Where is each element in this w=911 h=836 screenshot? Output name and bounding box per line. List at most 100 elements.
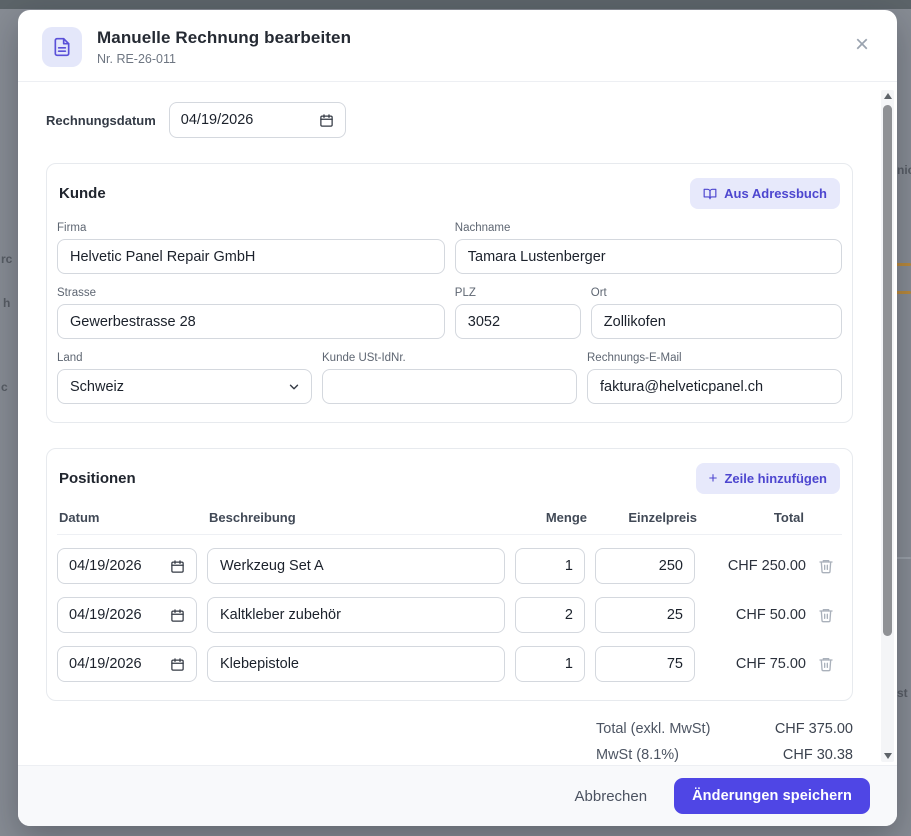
vat-label: MwSt (8.1%)	[596, 747, 679, 763]
calendar-icon	[170, 657, 185, 672]
row-qty-input[interactable]	[515, 646, 585, 682]
background-divider-fragment	[896, 557, 911, 559]
position-row: 04/19/2026 CHF 75.00	[57, 646, 842, 682]
scrollbar-thumb[interactable]	[883, 105, 892, 636]
cancel-button[interactable]: Abbrechen	[575, 788, 648, 805]
invoice-date-row: Rechnungsdatum 04/19/2026	[46, 102, 853, 138]
vat-value: CHF 30.38	[783, 747, 853, 763]
field-firma: Firma	[57, 222, 445, 274]
invoice-number: Nr. RE-26-011	[97, 52, 351, 66]
scrollbar-up-arrow[interactable]	[881, 90, 894, 102]
address-book-button-label: Aus Adressbuch	[724, 186, 827, 201]
row-date-value: 04/19/2026	[69, 607, 142, 623]
row-date-value: 04/19/2026	[69, 558, 142, 574]
field-ort: Ort	[591, 287, 842, 339]
email-input[interactable]	[587, 369, 842, 404]
delete-row-button[interactable]	[816, 605, 842, 625]
book-icon	[703, 187, 717, 201]
row-date-input[interactable]: 04/19/2026	[57, 597, 197, 633]
subtotal-label: Total (exkl. MwSt)	[596, 721, 710, 737]
field-email: Rechnungs-E-Mail	[587, 352, 842, 404]
scrollbar-down-arrow[interactable]	[881, 750, 894, 762]
trash-icon	[818, 607, 834, 623]
position-row: 04/19/2026 CHF 50.00	[57, 597, 842, 633]
ust-input[interactable]	[322, 369, 577, 404]
ust-label: Kunde USt-IdNr.	[322, 352, 577, 364]
add-row-button-label: Zeile hinzufügen	[724, 471, 827, 486]
customer-section-header: Kunde Aus Adressbuch	[57, 178, 842, 209]
email-label: Rechnungs-E-Mail	[587, 352, 842, 364]
invoice-document-icon	[42, 27, 82, 67]
background-orange-line-fragment	[896, 263, 911, 266]
plz-label: PLZ	[455, 287, 581, 299]
background-text-fragment: nic	[897, 163, 911, 177]
close-button[interactable]: ×	[855, 27, 873, 55]
position-row: 04/19/2026 CHF 250.00	[57, 548, 842, 584]
invoice-date-label: Rechnungsdatum	[46, 113, 156, 128]
vat-row: MwSt (8.1%) CHF 30.38	[596, 742, 853, 765]
ort-input[interactable]	[591, 304, 842, 339]
edit-invoice-modal: Manuelle Rechnung bearbeiten Nr. RE-26-0…	[18, 10, 897, 826]
modal-titles: Manuelle Rechnung bearbeiten Nr. RE-26-0…	[97, 27, 351, 66]
positions-section-header: Positionen + Zeile hinzufügen	[57, 463, 842, 494]
calendar-icon	[170, 559, 185, 574]
save-changes-button[interactable]: Änderungen speichern	[674, 778, 870, 814]
background-text-fragment: h	[3, 296, 10, 310]
row-date-value: 04/19/2026	[69, 656, 142, 672]
row-qty-input[interactable]	[515, 597, 585, 633]
land-selected-value: Schweiz	[70, 379, 124, 395]
row-description-input[interactable]	[207, 646, 505, 682]
modal-scrollbar[interactable]	[881, 90, 894, 762]
row-unit-price-input[interactable]	[595, 646, 695, 682]
row-date-input[interactable]: 04/19/2026	[57, 646, 197, 682]
customer-row-1: Firma Nachname	[57, 222, 842, 274]
delete-row-button[interactable]	[816, 556, 842, 576]
strasse-input[interactable]	[57, 304, 445, 339]
land-select[interactable]: Schweiz	[57, 369, 312, 404]
address-book-button[interactable]: Aus Adressbuch	[690, 178, 840, 209]
row-description-input[interactable]	[207, 548, 505, 584]
nachname-label: Nachname	[455, 222, 842, 234]
row-total-value: CHF 75.00	[705, 656, 806, 672]
nachname-input[interactable]	[455, 239, 842, 274]
trash-icon	[818, 558, 834, 574]
totals-block: Total (exkl. MwSt) CHF 375.00 MwSt (8.1%…	[596, 716, 853, 765]
customer-section: Kunde Aus Adressbuch Firma Nachname	[46, 163, 853, 423]
modal-header: Manuelle Rechnung bearbeiten Nr. RE-26-0…	[18, 10, 897, 82]
add-row-button[interactable]: + Zeile hinzufügen	[696, 463, 840, 494]
row-total-value: CHF 50.00	[705, 607, 806, 623]
firma-label: Firma	[57, 222, 445, 234]
firma-input[interactable]	[57, 239, 445, 274]
plz-input[interactable]	[455, 304, 581, 339]
background-text-fragment: rc	[1, 252, 12, 266]
background-text-fragment: c	[1, 380, 8, 394]
modal-body: Rechnungsdatum 04/19/2026 Kunde Aus Adre…	[18, 82, 897, 765]
row-unit-price-input[interactable]	[595, 548, 695, 584]
row-unit-price-input[interactable]	[595, 597, 695, 633]
subtotal-value: CHF 375.00	[775, 721, 853, 737]
background-topbar-fragment	[0, 0, 911, 9]
land-label: Land	[57, 352, 312, 364]
invoice-date-input[interactable]: 04/19/2026	[169, 102, 346, 138]
field-ust: Kunde USt-IdNr.	[322, 352, 577, 404]
delete-row-button[interactable]	[816, 654, 842, 674]
ort-label: Ort	[591, 287, 842, 299]
positions-table-header: Datum Beschreibung Menge Einzelpreis Tot…	[57, 510, 842, 535]
row-description-input[interactable]	[207, 597, 505, 633]
invoice-date-value: 04/19/2026	[181, 112, 254, 128]
background-text-fragment: st	[897, 686, 908, 700]
column-header-total: Total	[707, 510, 804, 525]
row-qty-input[interactable]	[515, 548, 585, 584]
row-date-input[interactable]: 04/19/2026	[57, 548, 197, 584]
customer-row-3: Land Schweiz Kunde USt-IdNr. Rechnungs-E…	[57, 352, 842, 404]
positions-section: Positionen + Zeile hinzufügen Datum Besc…	[46, 448, 853, 701]
column-header-menge: Menge	[517, 510, 587, 525]
customer-row-2: Strasse PLZ Ort	[57, 287, 842, 339]
field-land: Land Schweiz	[57, 352, 312, 404]
modal-footer: Abbrechen Änderungen speichern	[18, 765, 897, 826]
background-orange-line-fragment	[896, 291, 911, 294]
column-header-beschreibung: Beschreibung	[209, 510, 507, 525]
modal-title: Manuelle Rechnung bearbeiten	[97, 28, 351, 48]
subtotal-row: Total (exkl. MwSt) CHF 375.00	[596, 716, 853, 742]
plus-icon: +	[709, 474, 718, 484]
